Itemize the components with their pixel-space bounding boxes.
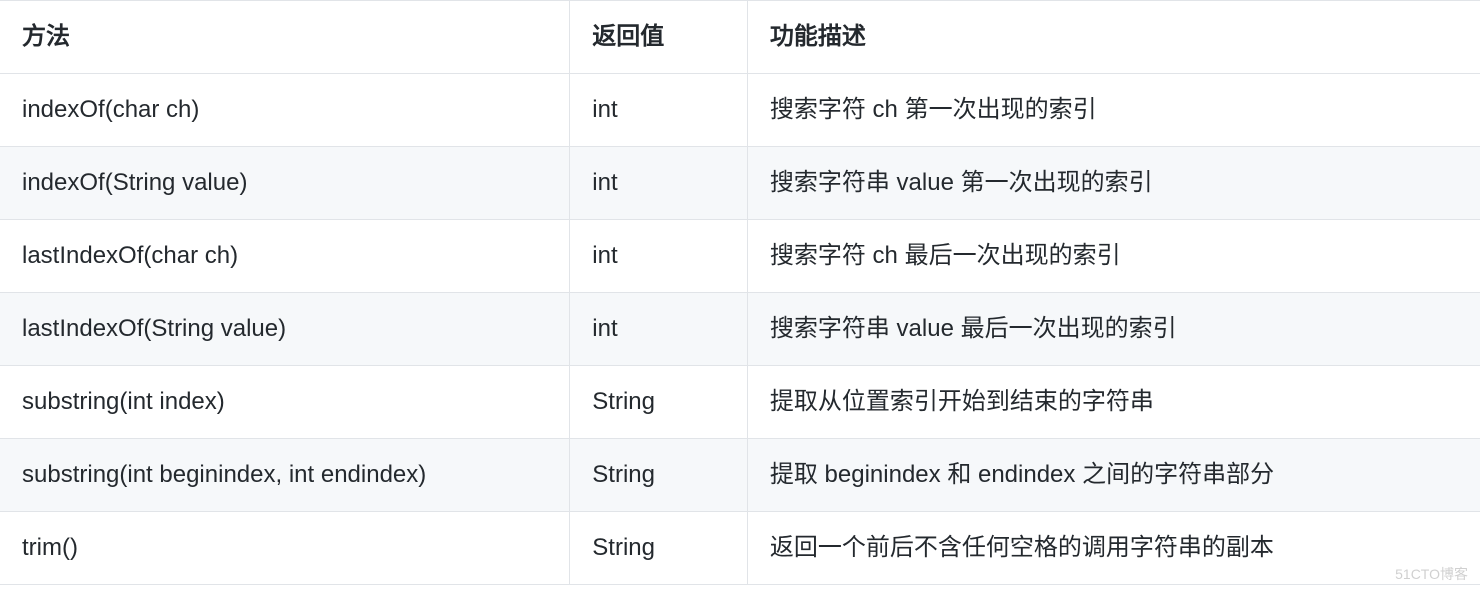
header-method: 方法: [0, 1, 570, 74]
cell-method: substring(int beginindex, int endindex): [0, 439, 570, 512]
header-row: 方法 返回值 功能描述: [0, 1, 1480, 74]
cell-method: indexOf(String value): [0, 147, 570, 220]
cell-description: 搜索字符 ch 最后一次出现的索引: [747, 220, 1480, 293]
cell-method: lastIndexOf(String value): [0, 293, 570, 366]
cell-return-value: String: [570, 512, 748, 585]
cell-description: 返回一个前后不含任何空格的调用字符串的副本: [747, 512, 1480, 585]
table-row: substring(int beginindex, int endindex) …: [0, 439, 1480, 512]
table-row: lastIndexOf(String value) int 搜索字符串 valu…: [0, 293, 1480, 366]
table-row: lastIndexOf(char ch) int 搜索字符 ch 最后一次出现的…: [0, 220, 1480, 293]
methods-table: 方法 返回值 功能描述 indexOf(char ch) int 搜索字符 ch…: [0, 0, 1480, 585]
table-body: indexOf(char ch) int 搜索字符 ch 第一次出现的索引 in…: [0, 74, 1480, 585]
cell-method: lastIndexOf(char ch): [0, 220, 570, 293]
table-row: trim() String 返回一个前后不含任何空格的调用字符串的副本: [0, 512, 1480, 585]
cell-return-value: int: [570, 147, 748, 220]
cell-method: substring(int index): [0, 366, 570, 439]
cell-method: indexOf(char ch): [0, 74, 570, 147]
header-description: 功能描述: [747, 1, 1480, 74]
cell-description: 搜索字符串 value 最后一次出现的索引: [747, 293, 1480, 366]
cell-description: 提取从位置索引开始到结束的字符串: [747, 366, 1480, 439]
cell-return-value: int: [570, 220, 748, 293]
table-row: indexOf(String value) int 搜索字符串 value 第一…: [0, 147, 1480, 220]
table-header: 方法 返回值 功能描述: [0, 1, 1480, 74]
cell-description: 搜索字符串 value 第一次出现的索引: [747, 147, 1480, 220]
table-row: substring(int index) String 提取从位置索引开始到结束…: [0, 366, 1480, 439]
cell-return-value: String: [570, 366, 748, 439]
cell-return-value: int: [570, 74, 748, 147]
cell-description: 提取 beginindex 和 endindex 之间的字符串部分: [747, 439, 1480, 512]
cell-return-value: String: [570, 439, 748, 512]
cell-method: trim(): [0, 512, 570, 585]
header-return-value: 返回值: [570, 1, 748, 74]
cell-description: 搜索字符 ch 第一次出现的索引: [747, 74, 1480, 147]
table-row: indexOf(char ch) int 搜索字符 ch 第一次出现的索引: [0, 74, 1480, 147]
cell-return-value: int: [570, 293, 748, 366]
